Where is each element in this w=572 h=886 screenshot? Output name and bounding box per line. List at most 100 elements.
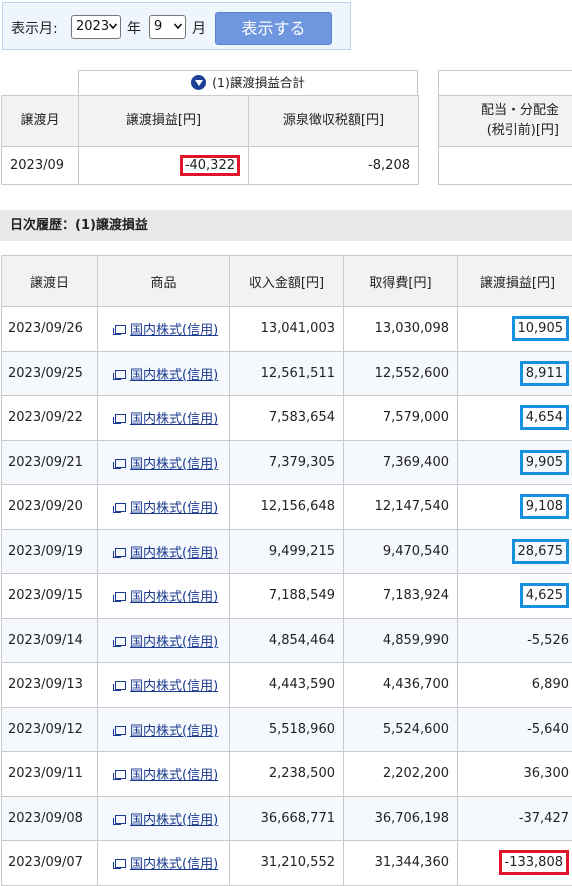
- product-link[interactable]: 国内株式(信用): [130, 501, 218, 516]
- product-link[interactable]: 国内株式(信用): [130, 679, 218, 694]
- product-cell: 国内株式(信用): [98, 707, 230, 752]
- new-window-icon: [115, 592, 126, 601]
- header-dividend-line2: (税引前)[円]: [439, 121, 559, 141]
- transfer-date: 2023/09/15: [2, 574, 98, 619]
- income-amount: 12,561,511: [230, 351, 344, 396]
- acquisition-cost: 12,147,540: [344, 485, 458, 530]
- gain-loss-cell: -5,640: [458, 707, 572, 752]
- product-cell: 国内株式(信用): [98, 663, 230, 708]
- table-row: 2023/09/20国内株式(信用)12,156,64812,147,5409,…: [2, 485, 572, 530]
- table-row: 2023/09/22国内株式(信用)7,583,6547,579,0004,65…: [2, 396, 572, 441]
- month-select[interactable]: 9: [149, 15, 186, 39]
- new-window-icon: [115, 859, 126, 868]
- product-cell: 国内株式(信用): [98, 351, 230, 396]
- new-window-icon: [115, 815, 126, 824]
- gain-loss-cell: 9,108: [458, 485, 572, 530]
- product-cell: 国内株式(信用): [98, 841, 230, 886]
- gain-loss-cell: 9,905: [458, 440, 572, 485]
- gain-loss-cell: 6,890: [458, 663, 572, 708]
- product-cell: 国内株式(信用): [98, 485, 230, 530]
- income-amount: 7,188,549: [230, 574, 344, 619]
- product-link[interactable]: 国内株式(信用): [130, 635, 218, 650]
- table-row: 2023/09/11国内株式(信用)2,238,5002,202,20036,3…: [2, 752, 572, 797]
- new-window-icon: [115, 370, 126, 379]
- acquisition-cost: 7,183,924: [344, 574, 458, 619]
- new-window-icon: [115, 325, 126, 334]
- header-transfer-month: 譲渡月: [1, 95, 79, 147]
- acquisition-cost: 12,552,600: [344, 351, 458, 396]
- income-amount: 12,156,648: [230, 485, 344, 530]
- acquisition-cost: 36,706,198: [344, 796, 458, 841]
- gain-loss-value: -5,526: [527, 633, 569, 648]
- gain-loss-value: 36,300: [524, 766, 570, 781]
- table-row: 2023/09/07国内株式(信用)31,210,55231,344,360-1…: [2, 841, 572, 886]
- product-cell: 国内株式(信用): [98, 440, 230, 485]
- gain-loss-value: -37,427: [519, 811, 569, 826]
- income-amount: 9,499,215: [230, 529, 344, 574]
- new-window-icon: [115, 414, 126, 423]
- gain-loss-value: 9,108: [520, 494, 569, 519]
- income-amount: 4,854,464: [230, 618, 344, 663]
- display-month-label: 表示月:: [11, 18, 58, 38]
- month-selector-form: 表示月: 2023 年 9 月 表示する: [2, 2, 351, 50]
- table-row: 2023/09/21国内株式(信用)7,379,3057,369,4009,90…: [2, 440, 572, 485]
- header-dividend: 配当・分配金 (税引前)[円]: [438, 95, 572, 147]
- new-window-icon: [115, 548, 126, 557]
- summary-dividend-value: [438, 146, 572, 185]
- month-unit-label: 月: [192, 18, 206, 38]
- transfer-date: 2023/09/13: [2, 663, 98, 708]
- product-link[interactable]: 国内株式(信用): [130, 323, 218, 338]
- summary-month-value: 2023/09: [1, 146, 79, 185]
- new-window-icon: [115, 503, 126, 512]
- transfer-date: 2023/09/08: [2, 796, 98, 841]
- table-row: 2023/09/12国内株式(信用)5,518,9605,524,600-5,6…: [2, 707, 572, 752]
- new-window-icon: [115, 770, 126, 779]
- year-select[interactable]: 2023: [71, 15, 121, 39]
- gain-loss-value: 6,890: [532, 677, 569, 692]
- chevron-down-icon: [174, 22, 182, 30]
- chevron-down-icon: [109, 22, 117, 30]
- product-link[interactable]: 国内株式(信用): [130, 724, 218, 739]
- gain-loss-cell: -133,808: [458, 841, 572, 886]
- show-button[interactable]: 表示する: [215, 12, 332, 45]
- collapse-toggle-icon[interactable]: [191, 75, 206, 90]
- income-amount: 7,583,654: [230, 396, 344, 441]
- product-cell: 国内株式(信用): [98, 574, 230, 619]
- summary-gain-loss-value: -40,322: [180, 155, 240, 176]
- summary-group-header[interactable]: (1)譲渡損益合計: [78, 70, 418, 96]
- product-link[interactable]: 国内株式(信用): [130, 368, 218, 383]
- product-link[interactable]: 国内株式(信用): [130, 546, 218, 561]
- header-income: 収入金額[円]: [230, 256, 344, 307]
- acquisition-cost: 4,436,700: [344, 663, 458, 708]
- gain-loss-value: 10,905: [512, 316, 570, 341]
- product-cell: 国内株式(信用): [98, 396, 230, 441]
- gain-loss-value: 4,625: [520, 583, 569, 608]
- gain-loss-value: -5,640: [527, 722, 569, 737]
- product-link[interactable]: 国内株式(信用): [130, 457, 218, 472]
- new-window-icon: [115, 637, 126, 646]
- product-link[interactable]: 国内株式(信用): [130, 857, 218, 872]
- gain-loss-cell: 4,625: [458, 574, 572, 619]
- transfer-date: 2023/09/19: [2, 529, 98, 574]
- product-link[interactable]: 国内株式(信用): [130, 412, 218, 427]
- transfer-date: 2023/09/07: [2, 841, 98, 886]
- gain-loss-value: 28,675: [512, 539, 570, 564]
- income-amount: 4,443,590: [230, 663, 344, 708]
- header-gain-loss: 譲渡損益[円]: [78, 95, 249, 147]
- product-link[interactable]: 国内株式(信用): [130, 590, 218, 605]
- product-link[interactable]: 国内株式(信用): [130, 813, 218, 828]
- product-cell: 国内株式(信用): [98, 796, 230, 841]
- year-select-value: 2023: [76, 19, 109, 34]
- gain-loss-cell: 10,905: [458, 307, 572, 352]
- acquisition-cost: 31,344,360: [344, 841, 458, 886]
- table-row: 2023/09/08国内株式(信用)36,668,77136,706,198-3…: [2, 796, 572, 841]
- history-section-title: 日次履歴：(1)譲渡損益: [0, 210, 572, 241]
- gain-loss-cell: -5,526: [458, 618, 572, 663]
- month-select-value: 9: [154, 19, 162, 34]
- income-amount: 5,518,960: [230, 707, 344, 752]
- summary-group-header-2: [438, 70, 572, 96]
- product-link[interactable]: 国内株式(信用): [130, 768, 218, 783]
- transfer-date: 2023/09/22: [2, 396, 98, 441]
- summary-withholding-tax-value: -8,208: [248, 146, 419, 185]
- year-unit-label: 年: [127, 18, 141, 38]
